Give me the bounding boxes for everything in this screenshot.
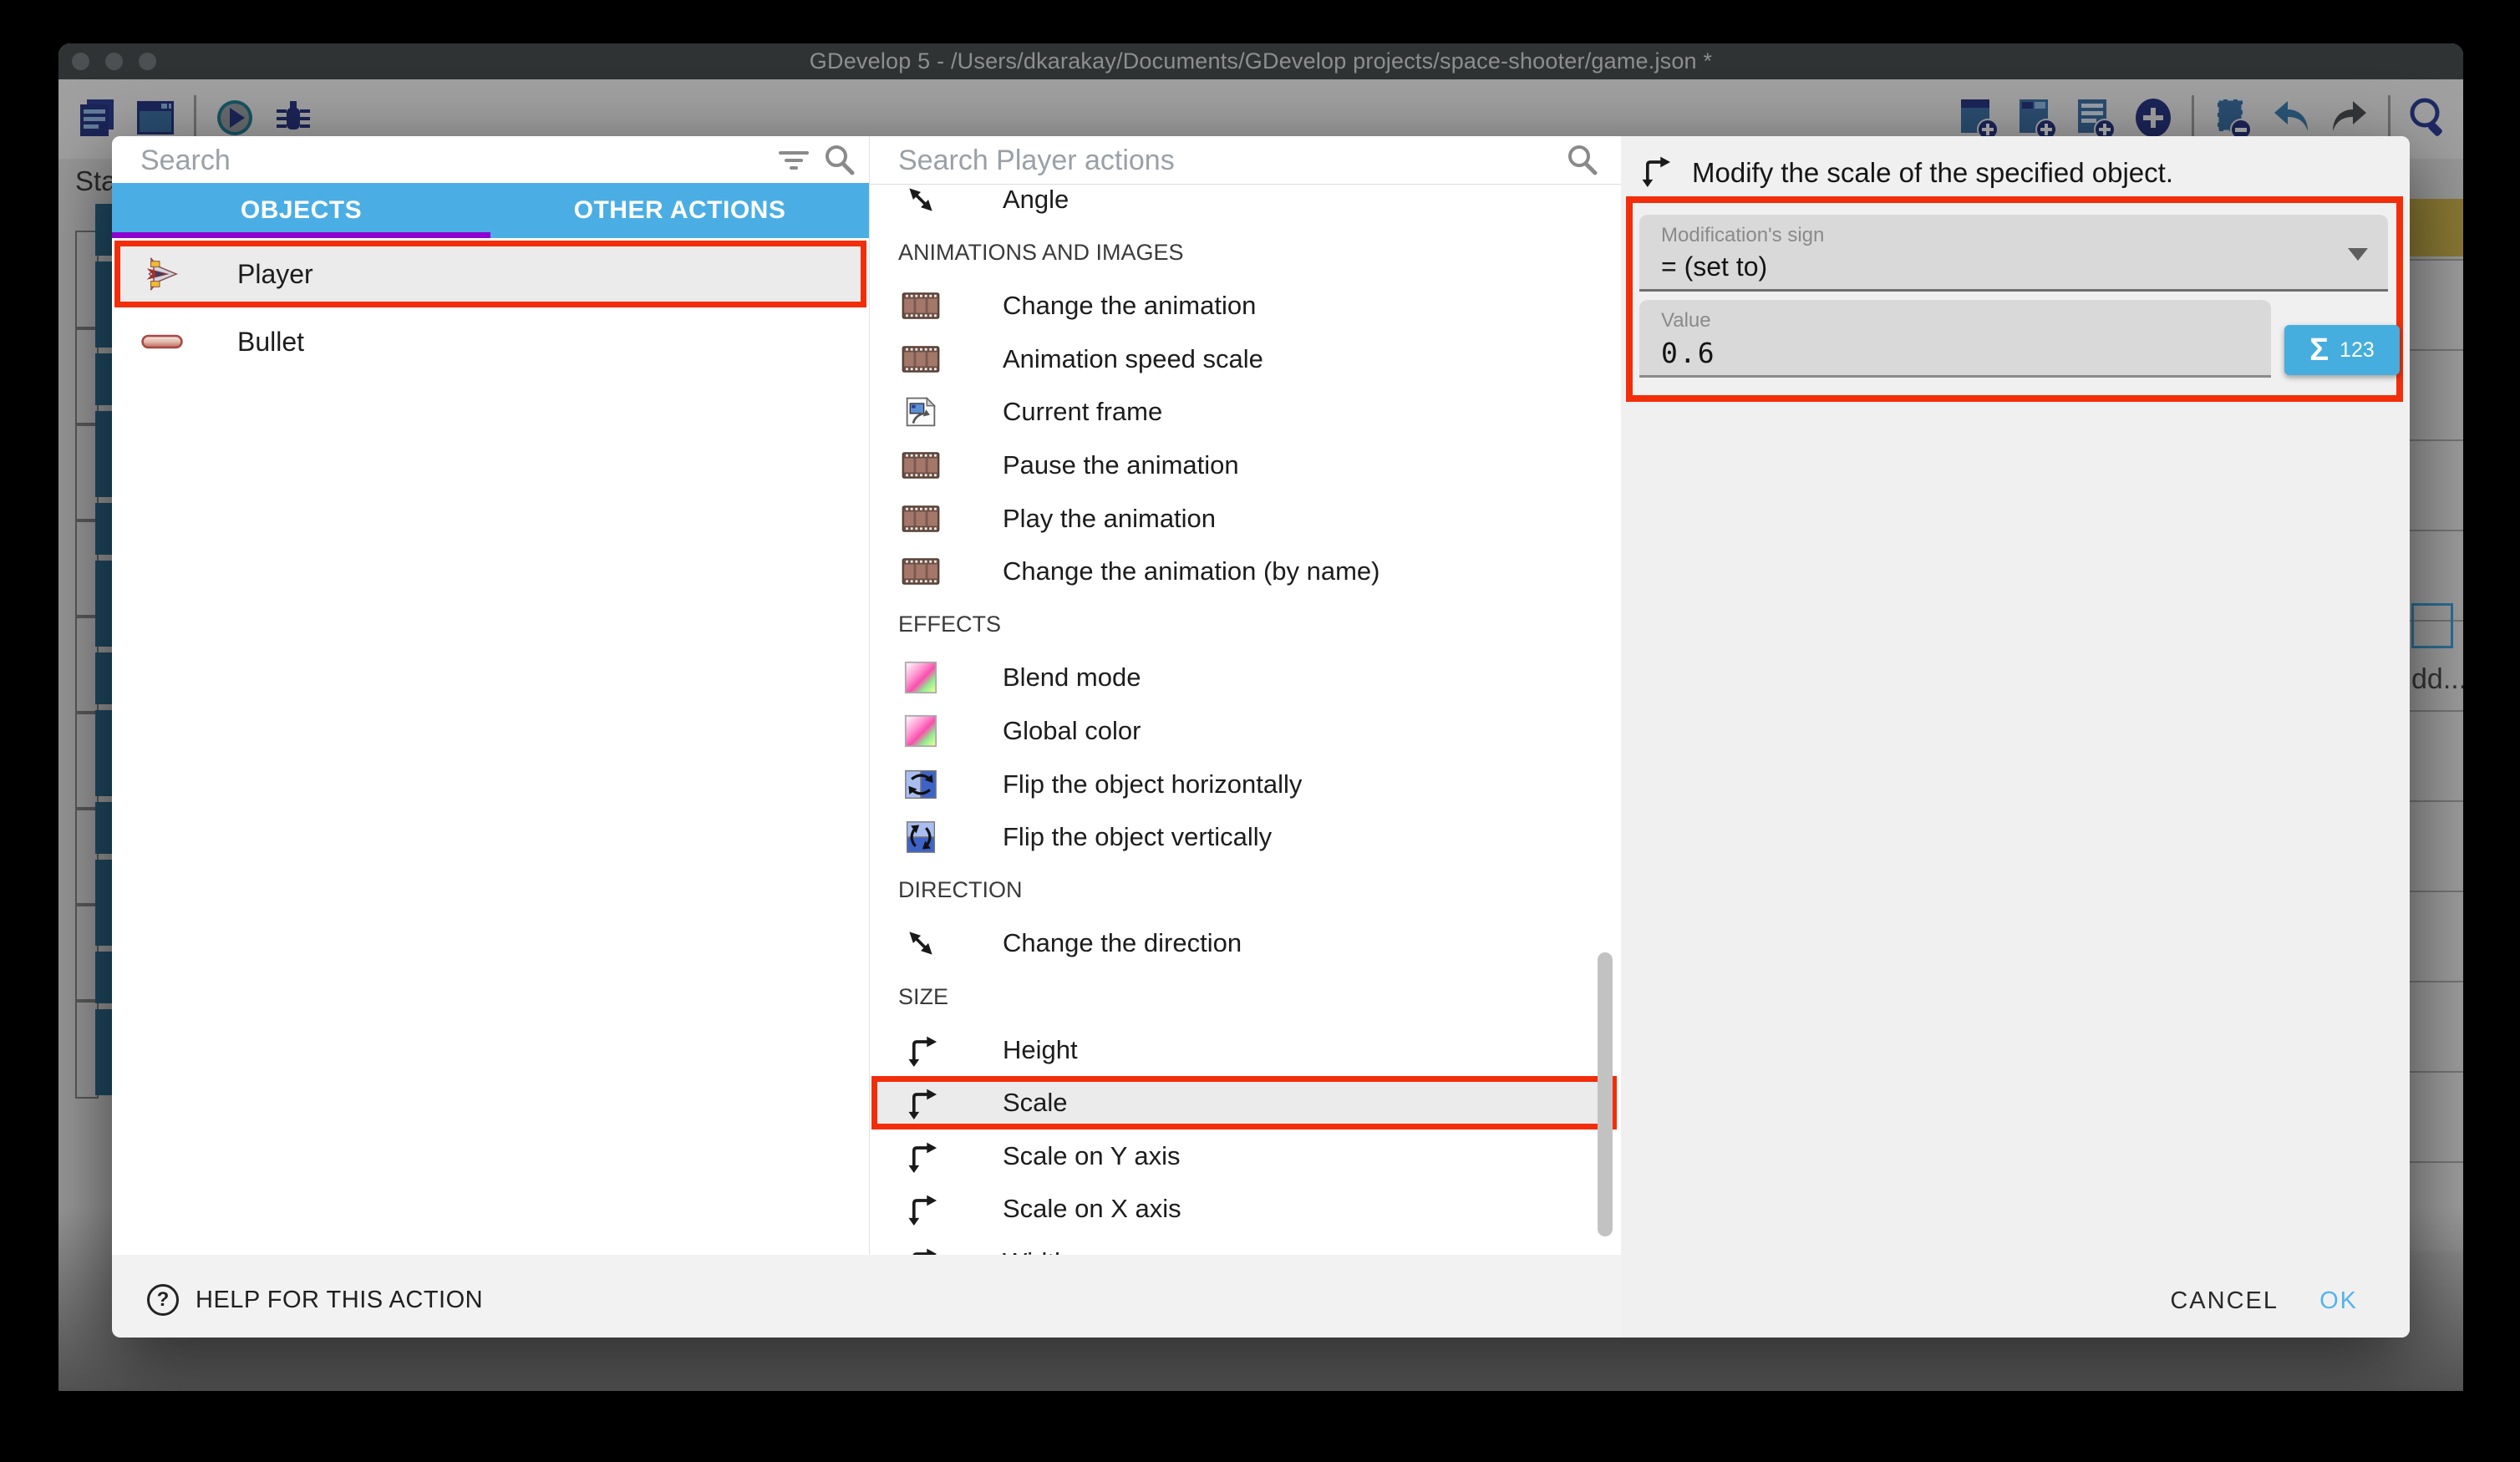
parameters-panel: Modify the scale of the specified object… [1621, 136, 2410, 1338]
diagonal-arrow-icon [901, 924, 941, 962]
question-mark-icon: ? [147, 1284, 179, 1316]
scale-action-icon [1638, 154, 1674, 190]
tab-other-actions[interactable]: OTHER ACTIONS [490, 183, 869, 238]
objects-panel: OBJECTS OTHER ACTIONS Player Bullet [112, 136, 869, 1255]
action-label: Flip the object vertically [1003, 822, 1272, 852]
action-label: Change the animation (by name) [1003, 556, 1379, 586]
action-item[interactable]: Change the animation [871, 279, 1599, 333]
action-item[interactable]: Scale on Y axis [871, 1129, 1599, 1183]
diagonal-arrow-icon [901, 185, 941, 219]
object-label: Bullet [237, 327, 304, 358]
action-label: Current frame [1003, 397, 1162, 427]
action-item[interactable]: Height [871, 1023, 1599, 1077]
corner-arrow-icon [901, 1137, 941, 1175]
action-item[interactable]: Change the animation (by name) [871, 545, 1599, 598]
expression-editor-button[interactable]: Σ 123 [2284, 325, 2400, 375]
corner-arrow-icon [901, 1190, 941, 1228]
scrollbar-thumb[interactable] [1598, 952, 1613, 1236]
action-item[interactable]: Animation speed scale [871, 333, 1599, 386]
search-icon [822, 143, 856, 176]
gradient-icon [901, 658, 941, 697]
action-item[interactable]: Flip the object vertically [871, 810, 1599, 864]
action-item[interactable]: Change the direction [871, 916, 1599, 970]
value-input[interactable]: Value 0.6 [1639, 300, 2271, 378]
action-category: ANIMATIONS AND IMAGES [871, 226, 1599, 280]
action-label: Scale on Y axis [1003, 1141, 1181, 1171]
gradient-icon [901, 712, 941, 750]
objects-list: Player Bullet [112, 238, 869, 1255]
action-label: Scale [1003, 1088, 1068, 1118]
flip-h-icon [901, 765, 941, 804]
action-label: Height [1003, 1035, 1078, 1065]
actions-list: Angle ANIMATIONS AND IMAGES Change the ani… [870, 185, 1621, 1255]
objects-tabs: OBJECTS OTHER ACTIONS [112, 183, 869, 238]
frame-icon [901, 393, 941, 431]
action-item[interactable]: Current frame [871, 385, 1599, 439]
filter-icon[interactable] [777, 143, 810, 176]
bullet-icon [140, 322, 184, 362]
action-item[interactable]: Flip the object horizontally [871, 758, 1599, 811]
action-item[interactable]: Scale on X axis [871, 1182, 1599, 1236]
objects-search-row [112, 136, 869, 183]
film-icon [901, 340, 941, 378]
corner-arrow-icon [901, 1031, 941, 1069]
actions-search-input[interactable] [897, 141, 1425, 180]
action-label: Flip the object horizontally [1003, 769, 1302, 800]
action-editor-dialog: OBJECTS OTHER ACTIONS Player Bullet Angle… [112, 136, 2410, 1338]
object-item-player[interactable]: Player [114, 241, 866, 307]
player-ship-icon [140, 254, 184, 294]
chevron-down-icon [2348, 248, 2368, 261]
action-item[interactable]: Global color [871, 704, 1599, 758]
modification-sign-dropdown[interactable]: Modification's sign = (set to) [1639, 215, 2388, 292]
object-item-bullet[interactable]: Bullet [114, 308, 866, 375]
film-icon [901, 287, 941, 325]
ok-button[interactable]: OK [2319, 1287, 2358, 1315]
action-label: Global color [1003, 716, 1141, 746]
action-category: SIZE [871, 970, 1599, 1023]
corner-arrow-icon [901, 1084, 941, 1122]
corner-arrow-icon [901, 1243, 941, 1255]
objects-search-input[interactable] [139, 141, 672, 180]
action-item[interactable]: Scale [871, 1076, 1617, 1129]
action-label: Change the direction [1003, 928, 1242, 958]
action-label: Scale on X axis [1003, 1194, 1181, 1224]
action-item[interactable]: Angle [871, 185, 1599, 226]
film-icon [901, 500, 941, 538]
action-label: Angle [1003, 185, 1069, 215]
search-icon [1565, 143, 1598, 176]
flip-v-icon [901, 818, 941, 856]
object-label: Player [237, 259, 313, 290]
action-label: Blend mode [1003, 662, 1141, 693]
action-item[interactable]: Play the animation [871, 492, 1599, 546]
action-label: Animation speed scale [1003, 344, 1263, 374]
sigma-icon: Σ [2309, 333, 2329, 368]
action-category: EFFECTS [871, 598, 1599, 652]
action-label: Play the animation [1003, 504, 1216, 534]
action-category: DIRECTION [871, 864, 1599, 917]
action-label: Change the animation [1003, 291, 1256, 321]
action-item[interactable]: Pause the animation [871, 439, 1599, 492]
cancel-button[interactable]: CANCEL [2170, 1287, 2279, 1315]
actions-panel: Angle ANIMATIONS AND IMAGES Change the ani… [870, 136, 1621, 1255]
action-label: Width [1003, 1247, 1069, 1255]
film-icon [901, 446, 941, 485]
tab-objects[interactable]: OBJECTS [112, 183, 490, 238]
film-icon [901, 552, 941, 591]
action-item[interactable]: Blend mode [871, 651, 1599, 704]
action-item[interactable]: Width [871, 1236, 1599, 1255]
action-label: Pause the animation [1003, 450, 1239, 480]
help-button[interactable]: ? HELP FOR THIS ACTION [147, 1284, 483, 1316]
action-description: Modify the scale of the specified object… [1692, 157, 2173, 189]
active-tab-indicator [112, 232, 490, 238]
actions-search-row [870, 136, 1621, 183]
